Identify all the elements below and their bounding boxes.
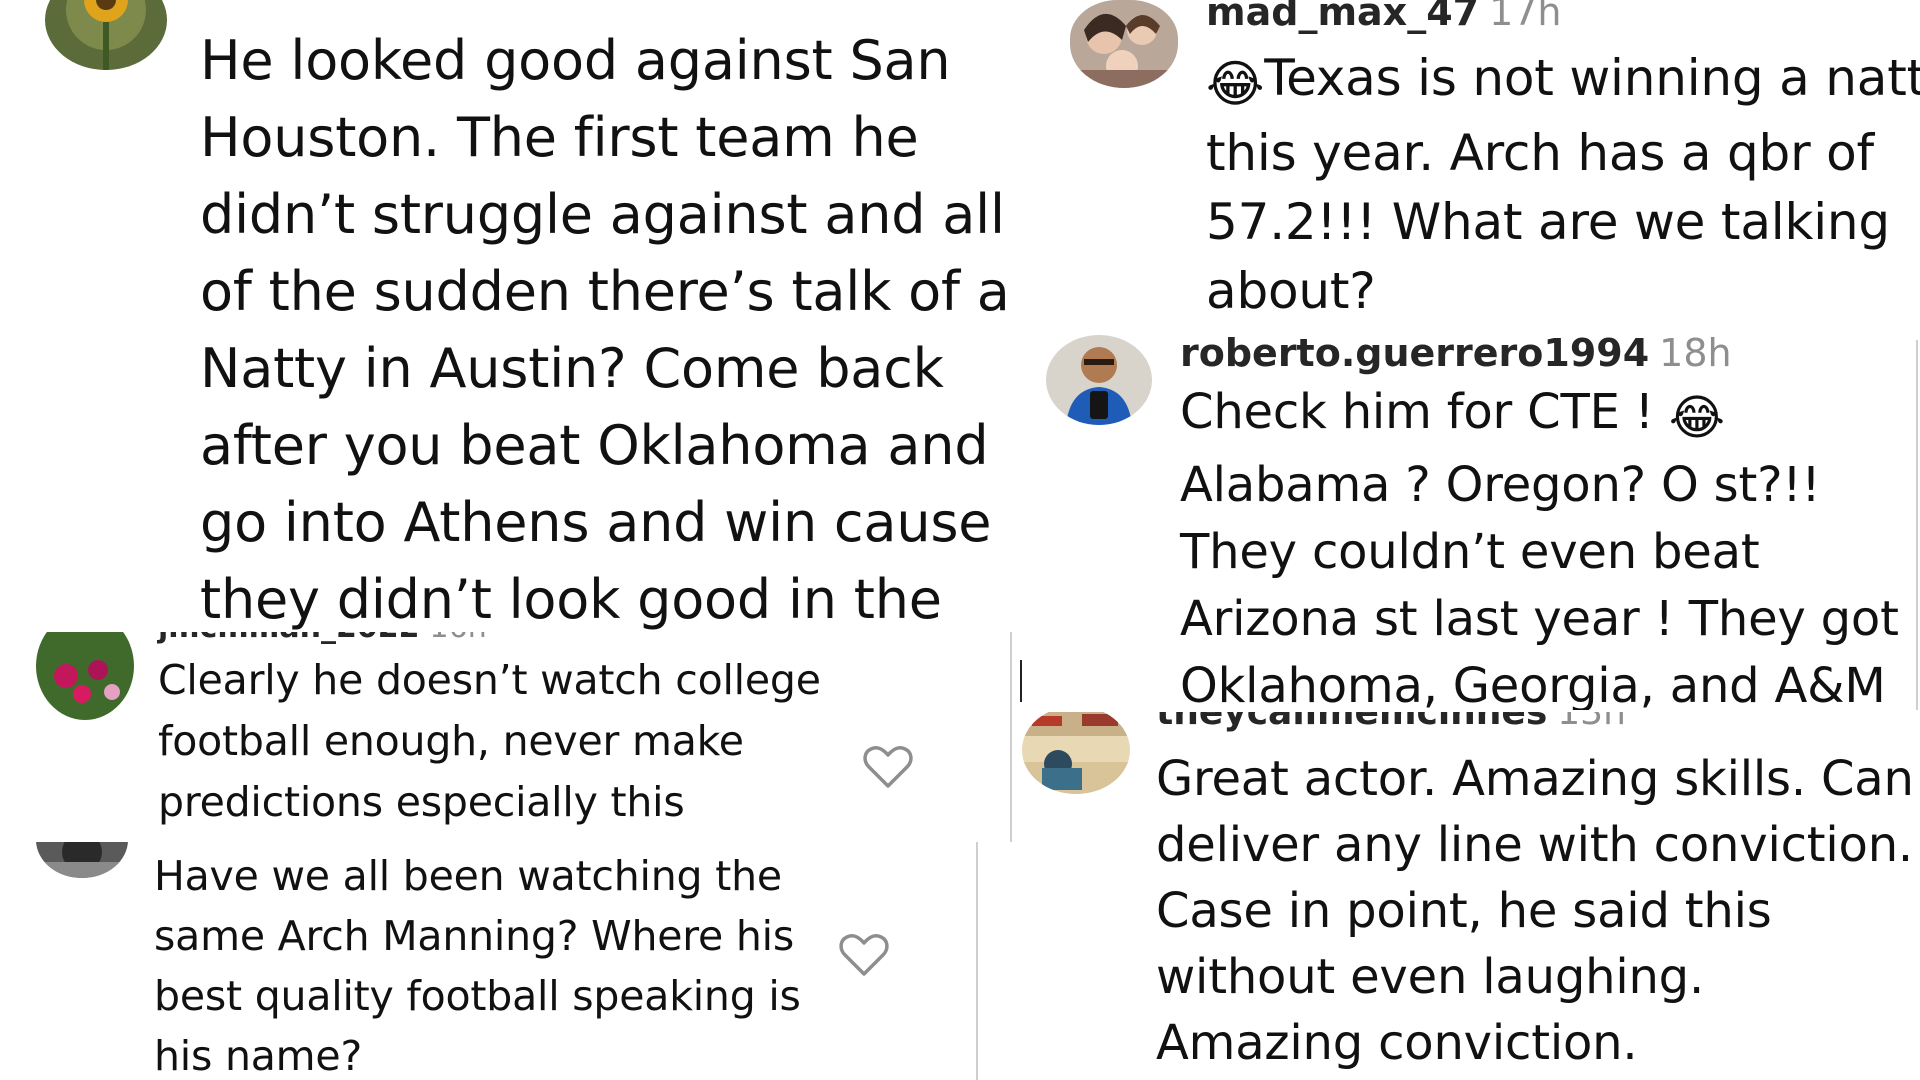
comment-text: Clearly he doesn’t watch college footbal…	[158, 656, 821, 826]
username-link[interactable]: roberto.guerrero1994	[1180, 335, 1649, 375]
comment-text: 😂Texas is not winning a natt this year. …	[1206, 44, 1920, 326]
comment-card-1: lindamiwobiewsk 16h He looked good agains…	[0, 0, 1010, 632]
field-photo-avatar-icon[interactable]	[1022, 712, 1130, 794]
comment-header: theycallmemcinnes 13h	[1156, 712, 1626, 733]
comment-timestamp: 16h	[430, 632, 487, 645]
comment-header: roberto.guerrero1994 18h	[1180, 335, 1732, 375]
panel-divider	[1010, 632, 1012, 842]
comment-text-end: Alabama ? Oregon? O st?!! They couldn’t …	[1180, 456, 1899, 710]
comment-header: lindamiwobiewsk 16h	[200, 0, 605, 8]
comment-timestamp: 13h	[1557, 712, 1626, 733]
username-link[interactable]: theycallmemcinnes	[1156, 712, 1547, 733]
laughing-emoji-icon: 😂	[1668, 389, 1725, 446]
panel-divider	[1916, 340, 1918, 710]
comment-timestamp: 18h	[1659, 335, 1732, 375]
heart-outline-icon[interactable]	[838, 932, 890, 982]
comment-text: He looked good against San Houston. The …	[200, 29, 1010, 631]
sunflower-avatar-icon[interactable]	[45, 0, 167, 70]
family-photo-avatar-icon[interactable]	[1070, 0, 1178, 88]
comment-card-3: roberto.guerrero1994 18h Check him for CT…	[1018, 335, 1920, 710]
comment-timestamp: 16h	[540, 0, 605, 8]
comment-text-start: Check him for CTE !	[1180, 384, 1669, 440]
comment-text: Great actor. Amazing skills. Can deliver…	[1156, 751, 1914, 1071]
comment-header: jmcmillan_2022 16h	[158, 632, 487, 645]
username-link[interactable]: mad_max_47	[1206, 0, 1479, 34]
comment-timestamp: 17h	[1489, 0, 1562, 34]
panel-divider	[976, 842, 978, 1080]
comment-card-2: mad_max_47 17h 😂Texas is not winning a na…	[1020, 0, 1920, 330]
comment-text: Have we all been watching the same Arch …	[154, 852, 801, 1080]
comment-card-4: jmcmillan_2022 16h Clearly he doesn’t wat…	[0, 632, 1010, 842]
comment-header: mad_max_47 17h	[1206, 0, 1562, 34]
comment-text-body: Texas is not winning a natt this year. A…	[1206, 49, 1920, 320]
man-selfie-avatar-icon[interactable]	[1046, 335, 1152, 425]
comment-card-6: theycallmemcinnes 13h Great actor. Amazin…	[1000, 712, 1920, 1080]
username-link[interactable]: jmcmillan_2022	[158, 632, 420, 645]
comment-card-5: Have we all been watching the same Arch …	[0, 842, 980, 1080]
comment-text: Check him for CTE ! 😂 Alabama ? Oregon? …	[1180, 379, 1920, 710]
heart-outline-icon[interactable]	[862, 744, 914, 794]
flowers-avatar-icon[interactable]	[36, 632, 134, 720]
username-link[interactable]: lindamiwobiewsk	[200, 0, 530, 8]
dark-avatar-icon[interactable]	[36, 842, 128, 878]
panel-divider	[1020, 660, 1022, 702]
laughing-emoji-icon: 😂	[1206, 55, 1265, 113]
